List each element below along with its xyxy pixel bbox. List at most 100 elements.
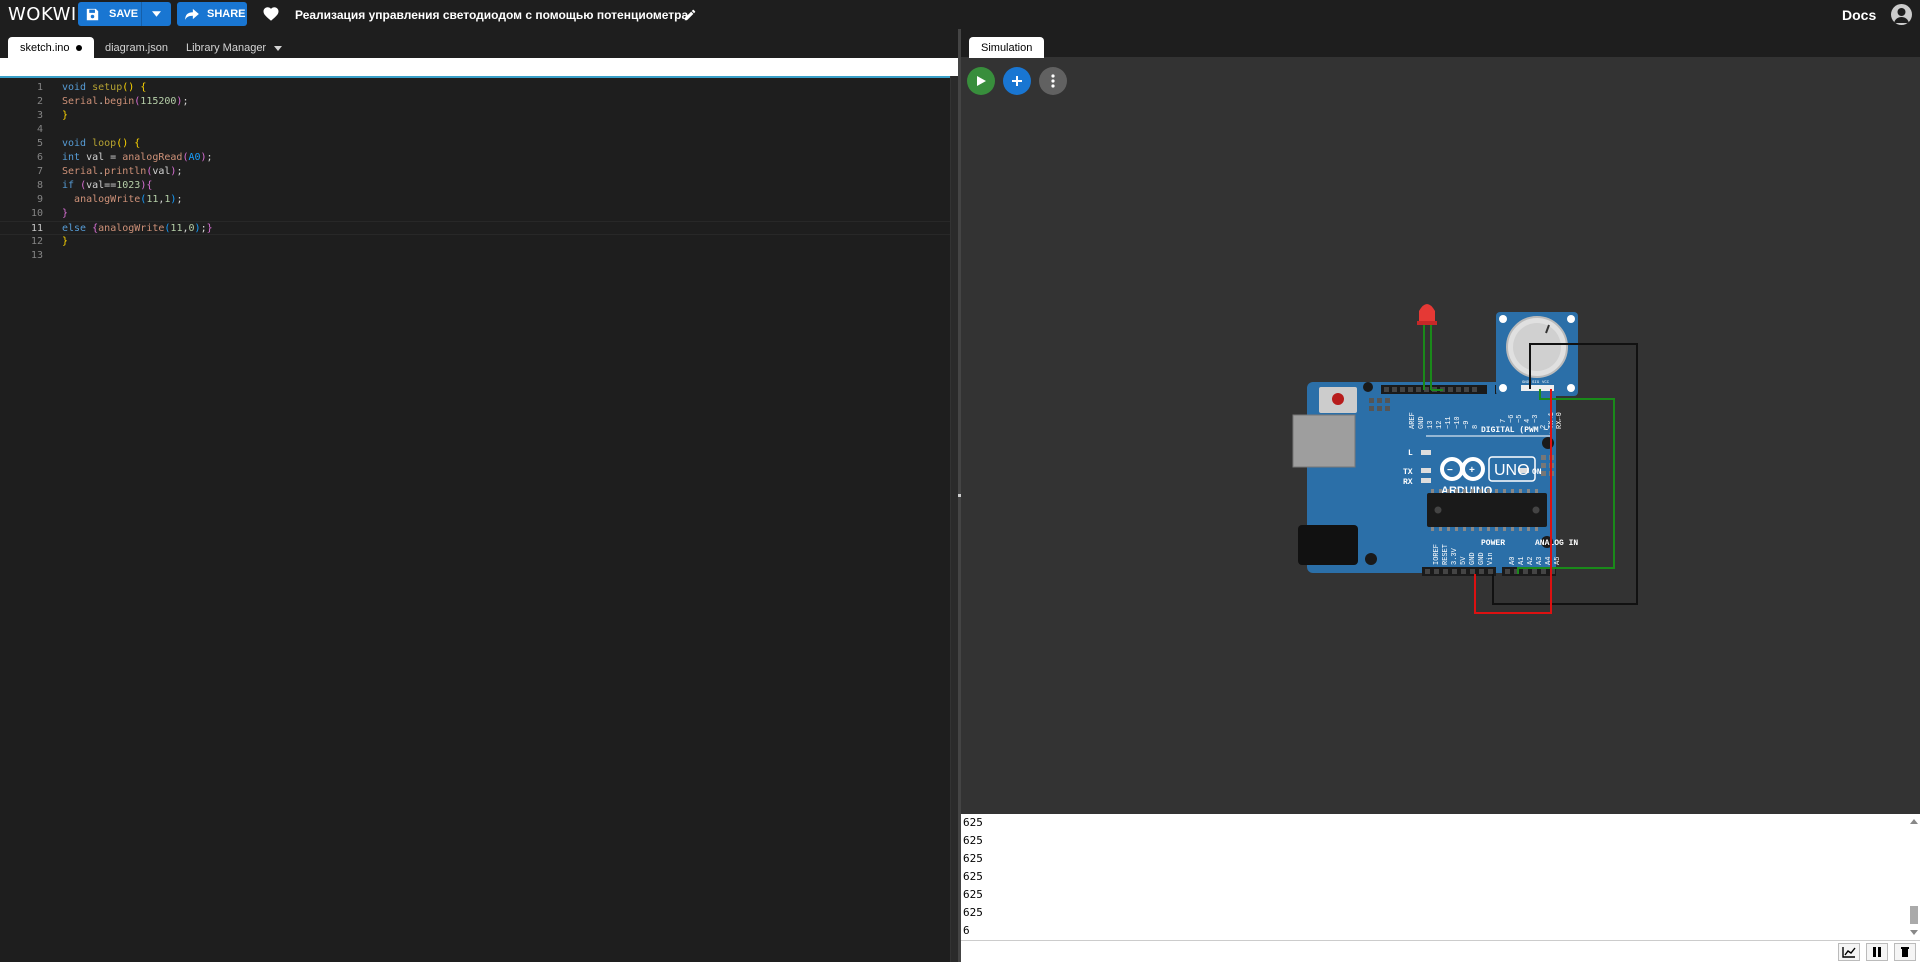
pin-label-3: ~3 (1532, 415, 1540, 423)
usb-port (1292, 414, 1356, 468)
pin-label-vin: Vin (1487, 552, 1495, 565)
led-label-tx: TX (1403, 468, 1413, 477)
more-vertical-icon (1051, 74, 1055, 88)
start-simulation-button[interactable] (967, 67, 995, 95)
code-text: if (val==1023){ (62, 180, 153, 191)
share-label: SHARE (207, 8, 246, 20)
save-options-button[interactable] (142, 2, 171, 26)
code-text: } (62, 110, 69, 121)
add-part-button[interactable] (1003, 67, 1031, 95)
line-number: 12 (30, 236, 43, 247)
scroll-thumb[interactable] (1910, 906, 1918, 924)
serial-scrollbar[interactable] (1908, 814, 1920, 940)
line-number: 9 (36, 194, 43, 205)
serial-line: 625 (963, 888, 983, 901)
code-text: analogWrite(11,1); (74, 194, 183, 205)
pin-label-11: ~11 (1445, 416, 1453, 429)
serial-toolbar (1831, 940, 1920, 962)
docs-link[interactable]: Docs (1842, 7, 1876, 23)
pin-label-8: 8 (1472, 425, 1480, 429)
line-number: 7 (36, 166, 43, 177)
heart-icon[interactable] (262, 5, 280, 23)
code-text: } (62, 208, 69, 219)
more-options-button[interactable] (1039, 67, 1067, 95)
tab-simulation[interactable]: Simulation (969, 37, 1045, 58)
line-number: 10 (30, 208, 43, 219)
clear-button[interactable] (1894, 942, 1916, 961)
line-number: 5 (36, 138, 43, 149)
pin-label-rx0: RX←0 (1556, 412, 1564, 429)
share-button[interactable]: SHARE (177, 2, 247, 26)
wokwi-logo[interactable]: WOKWI (8, 4, 77, 25)
top-bar: WOKWI SAVE SHARE Реализация управления с… (0, 0, 1920, 29)
pin-label-ioref: IOREF (1433, 544, 1441, 565)
pin-label-5: ~5 (1516, 415, 1524, 423)
editor-tabs: sketch.ino diagram.json Library Manager (0, 29, 958, 58)
code-text: int val = analogRead(A0); (62, 152, 213, 163)
pin-label-a1: A1 (1518, 557, 1526, 565)
pause-button[interactable] (1866, 942, 1888, 961)
tabs-menu-chevron-icon[interactable] (273, 43, 283, 53)
line-number: 11 (30, 223, 43, 234)
red-led[interactable] (1417, 304, 1443, 391)
pin-label-gnd2: GND (1478, 552, 1486, 565)
save-button[interactable]: SAVE (78, 2, 171, 26)
plotter-button[interactable] (1838, 942, 1860, 961)
serial-monitor: 625 625 625 625 625 625 6 (961, 814, 1920, 962)
code-text: Serial.begin(115200); (62, 96, 189, 107)
editor-toolbar-strip (0, 58, 958, 76)
plus-icon (1012, 76, 1022, 86)
tab-label: diagram.json (105, 41, 168, 54)
tab-library-manager[interactable]: Library Manager (174, 37, 278, 58)
pin-label-gnd: GND (1418, 416, 1426, 429)
pin-label-9: ~9 (1463, 421, 1471, 429)
led-label-on: ON (1532, 468, 1542, 477)
arduino-uno-board[interactable]: AREF GND 13 12 ~11 ~10 ~9 8 7 ~6 ~5 4 ~3… (1292, 382, 1578, 576)
pin-label-10: ~10 (1454, 416, 1462, 429)
pin-label-aref: AREF (1409, 412, 1417, 429)
edit-pencil-icon[interactable] (683, 8, 697, 22)
editor-pane: sketch.ino diagram.json Library Manager … (0, 29, 958, 962)
svg-text:−: − (1447, 465, 1453, 476)
code-text: } (62, 236, 69, 247)
trash-icon (1901, 946, 1909, 957)
tab-diagram-json[interactable]: diagram.json (93, 37, 180, 58)
share-icon (185, 8, 199, 20)
serial-line: 625 (963, 870, 983, 883)
simulation-tabs: Simulation (961, 29, 1920, 58)
serial-output: 625 625 625 625 625 625 6 (963, 814, 983, 940)
led-label-rx: RX (1403, 478, 1413, 487)
code-editor[interactable]: 1 void setup() { 2 Serial.begin(115200);… (0, 76, 950, 962)
potentiometer[interactable]: GND SIG VCC (1496, 312, 1578, 396)
scroll-down-icon[interactable] (1910, 928, 1918, 936)
uno-text: UNO (1494, 462, 1530, 479)
simulation-canvas[interactable]: AREF GND 13 12 ~11 ~10 ~9 8 7 ~6 ~5 4 ~3… (961, 57, 1920, 814)
user-avatar[interactable] (1891, 4, 1912, 25)
pin-label-3v3: 3.3V (1451, 547, 1459, 565)
pin-label-12: 12 (1436, 421, 1444, 429)
serial-input[interactable] (961, 940, 1831, 962)
project-title: Реализация управления светодиодом с помо… (295, 8, 689, 22)
tab-sketch-ino[interactable]: sketch.ino (8, 37, 94, 58)
pin-label-5v: 5V (1460, 556, 1468, 565)
code-line: 12 } (0, 235, 950, 249)
save-icon (86, 8, 99, 20)
user-icon (1894, 8, 1909, 23)
line-number: 4 (36, 124, 43, 135)
power-jack (1298, 525, 1358, 565)
code-text: void loop() { (62, 138, 141, 149)
code-line: 5 void loop() { (0, 137, 950, 151)
analog-in-label: ANALOG IN (1535, 539, 1578, 548)
tab-label: sketch.ino (20, 41, 70, 54)
pot-label-vcc: VCC (1542, 381, 1550, 385)
code-line: 9 analogWrite(11,1); (0, 193, 950, 207)
code-line: 4 (0, 123, 950, 137)
scroll-up-icon[interactable] (1910, 818, 1918, 826)
pin-label-4: 4 (1524, 419, 1532, 423)
pin-label-gnd1: GND (1469, 552, 1477, 565)
reset-button (1332, 393, 1344, 405)
pin-label-a3: A3 (1536, 557, 1544, 565)
led-label-l: L (1408, 449, 1413, 458)
code-line: 13 (0, 249, 950, 263)
editor-scrollbar[interactable] (950, 76, 958, 962)
